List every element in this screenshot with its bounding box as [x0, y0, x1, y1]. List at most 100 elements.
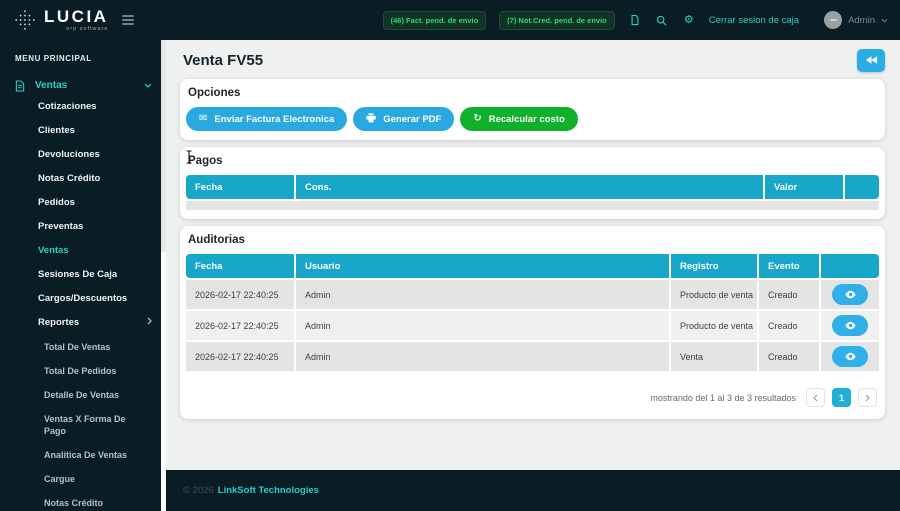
sidebar-item-ventas-x-forma-de-pago[interactable]: Ventas X Forma De Pago	[0, 407, 166, 443]
menu-toggle-icon[interactable]	[122, 15, 134, 25]
sidebar-item-devoluciones[interactable]: Devoluciones	[0, 143, 166, 167]
chevron-down-icon	[144, 80, 152, 91]
close-cash-session-link[interactable]: Cerrar sesion de caja	[709, 15, 799, 26]
auditorias-col-usuario: Usuario	[296, 254, 671, 278]
footer-copyright: © 2026	[183, 485, 214, 496]
envelope-icon: ✉	[199, 114, 207, 124]
auditorias-title: Auditorias	[188, 234, 879, 246]
pagos-card: Pagos Fecha Cons. Valor	[180, 147, 885, 219]
sidebar-item-cargue[interactable]: Cargue	[0, 467, 166, 491]
sidebar-group-label: Ventas	[35, 80, 67, 91]
main-content: Venta FV55 Opciones ✉ Enviar Factura Ele…	[166, 40, 900, 470]
auditorias-col-evento: Evento	[759, 254, 821, 278]
cell-registro: Venta	[671, 340, 759, 371]
pagos-table: Fecha Cons. Valor	[186, 175, 879, 210]
opciones-title: Opciones	[188, 87, 879, 99]
sidebar-item-notas-credito-reporte[interactable]: Notas Crédito	[0, 491, 166, 511]
cell-fecha: 2026-02-17 22:40:25	[186, 340, 296, 371]
cell-evento: Creado	[759, 278, 821, 309]
cell-usuario: Admin	[296, 340, 671, 371]
pagination-summary: mostrando del 1 al 3 de 3 resultados	[650, 393, 796, 403]
sidebar-item-analitica-de-ventas[interactable]: Analítica De Ventas	[0, 443, 166, 467]
page-1-button[interactable]: 1	[832, 388, 851, 407]
sidebar-item-detalle-de-ventas[interactable]: Detalle De Ventas	[0, 383, 166, 407]
sidebar-item-total-de-ventas[interactable]: Total De Ventas	[0, 335, 166, 359]
sidebar-item-cargos-descuentos[interactable]: Cargos/Descuentos	[0, 287, 166, 311]
rewind-icon	[865, 55, 878, 65]
cell-usuario: Admin	[296, 278, 671, 309]
brand-logo[interactable]: LUCIA erp software	[14, 8, 108, 32]
chevron-right-icon	[147, 311, 152, 335]
view-audit-button[interactable]	[832, 284, 868, 305]
user-menu[interactable]: Admin	[824, 11, 888, 29]
gear-icon[interactable]: ⚙	[682, 13, 696, 27]
cell-actions	[821, 340, 879, 371]
sidebar-item-pedidos[interactable]: Pedidos	[0, 191, 166, 215]
search-icon[interactable]	[655, 13, 669, 27]
sidebar-item-reportes[interactable]: Reportes	[0, 311, 166, 335]
view-audit-button[interactable]	[832, 346, 868, 367]
prev-page-button[interactable]	[806, 388, 825, 407]
avatar[interactable]	[824, 11, 842, 29]
pending-invoices-badge[interactable]: (46) Fact. pend. de envio	[383, 11, 487, 30]
cell-usuario: Admin	[296, 309, 671, 340]
topbar-right: (46) Fact. pend. de envio (7) Not.Cred. …	[383, 11, 888, 30]
pagos-col-valor: Valor	[765, 175, 845, 199]
chevron-down-icon	[881, 18, 888, 23]
auditorias-col-actions	[821, 254, 879, 278]
logo-text: LUCIA	[44, 8, 108, 25]
document-icon[interactable]	[628, 13, 642, 27]
generate-pdf-button[interactable]: Generar PDF	[353, 107, 454, 131]
opciones-buttons: ✉ Enviar Factura Electronica Generar PDF…	[186, 107, 879, 131]
pending-credit-notes-badge[interactable]: (7) Not.Cred. pend. de envio	[499, 11, 615, 30]
eye-icon	[844, 290, 857, 299]
sidebar-item-cotizaciones[interactable]: Cotizaciones	[0, 95, 166, 119]
sidebar-item-reportes-label: Reportes	[38, 311, 79, 335]
logo-subtitle: erp software	[66, 26, 108, 32]
auditorias-table: Fecha Usuario Registro Evento 2026-02-17…	[186, 254, 879, 371]
pagos-header-row: Fecha Cons. Valor	[186, 175, 879, 199]
footer: © 2026 LinkSoft Technologies	[166, 470, 900, 511]
generate-pdf-label: Generar PDF	[383, 114, 441, 125]
sidebar-item-ventas[interactable]: Ventas	[0, 239, 166, 263]
printer-icon	[366, 113, 376, 126]
pagos-col-cons: Cons.	[296, 175, 765, 199]
main-column: Venta FV55 Opciones ✉ Enviar Factura Ele…	[166, 40, 900, 511]
opciones-card: Opciones ✉ Enviar Factura Electronica Ge…	[180, 79, 885, 140]
view-audit-button[interactable]	[832, 315, 868, 336]
title-row: Venta FV55	[183, 47, 885, 73]
sidebar-item-preventas[interactable]: Preventas	[0, 215, 166, 239]
table-row: 2026-02-17 22:40:25 Admin Producto de ve…	[186, 278, 879, 309]
eye-icon	[844, 321, 857, 330]
chevron-left-icon	[813, 394, 818, 402]
app-root: LUCIA erp software (46) Fact. pend. de e…	[0, 0, 900, 511]
auditorias-col-fecha: Fecha	[186, 254, 296, 278]
recalculate-cost-button[interactable]: ↻ Recalcular costo	[460, 107, 577, 131]
pagos-title: Pagos	[188, 155, 879, 167]
history-icon: ↻	[473, 114, 481, 124]
back-button[interactable]	[857, 49, 885, 72]
sidebar-scrollbar[interactable]	[161, 40, 166, 511]
auditorias-col-registro: Registro	[671, 254, 759, 278]
sidebar-scrollbar-thumb[interactable]	[161, 40, 166, 252]
cell-fecha: 2026-02-17 22:40:25	[186, 309, 296, 340]
recalculate-cost-label: Recalcular costo	[489, 114, 565, 125]
cell-evento: Creado	[759, 340, 821, 371]
pagos-col-actions	[845, 175, 879, 199]
cell-actions	[821, 309, 879, 340]
sidebar: MENU PRINCIPAL Ventas Cotizaciones Clien…	[0, 40, 166, 511]
sidebar-item-total-de-pedidos[interactable]: Total De Pedidos	[0, 359, 166, 383]
auditorias-header-row: Fecha Usuario Registro Evento	[186, 254, 879, 278]
pagos-empty-row	[186, 199, 879, 210]
sidebar-group-ventas[interactable]: Ventas	[0, 76, 166, 95]
next-page-button[interactable]	[858, 388, 877, 407]
cell-registro: Producto de venta	[671, 309, 759, 340]
send-electronic-invoice-button[interactable]: ✉ Enviar Factura Electronica	[186, 107, 347, 131]
sidebar-item-clientes[interactable]: Clientes	[0, 119, 166, 143]
page-title: Venta FV55	[183, 52, 263, 69]
sidebar-nav: Cotizaciones Clientes Devoluciones Notas…	[0, 95, 166, 511]
sidebar-item-notas-credito[interactable]: Notas Crédito	[0, 167, 166, 191]
footer-brand-link[interactable]: LinkSoft Technologies	[218, 485, 319, 496]
user-name: Admin	[848, 15, 875, 26]
sidebar-item-sesiones-de-caja[interactable]: Sesiones De Caja	[0, 263, 166, 287]
